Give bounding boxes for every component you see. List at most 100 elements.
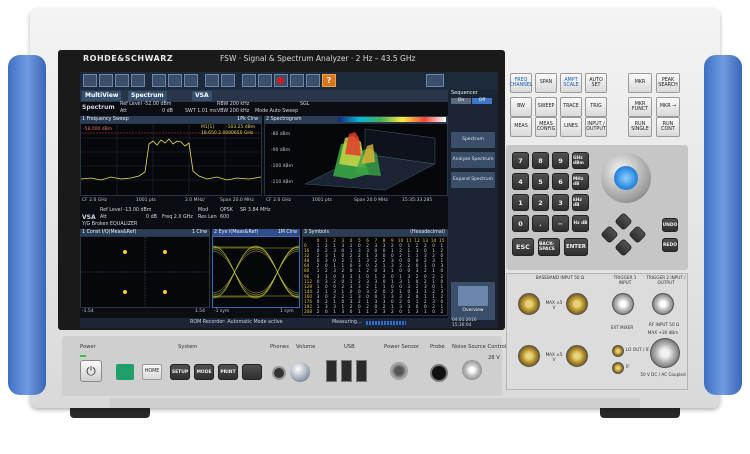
numpad-key-3-0[interactable]: 0 — [512, 215, 529, 232]
tab-multiview[interactable]: MultiView — [82, 91, 122, 101]
undo-icon[interactable] — [168, 74, 182, 87]
trace-key[interactable]: TRACE — [560, 97, 582, 117]
rf-input-connector[interactable] — [650, 338, 680, 368]
save-icon[interactable] — [115, 74, 129, 87]
help-icon[interactable]: ? — [322, 74, 336, 87]
if-connector[interactable] — [612, 362, 624, 374]
noise-source-port[interactable] — [462, 360, 482, 380]
symbols-cell: 2 — [374, 309, 378, 315]
input-output-key[interactable]: INPUT / OUTPUT — [585, 117, 607, 137]
overview-softkey[interactable]: Overview — [451, 282, 495, 320]
softkey-2[interactable]: Analyze Spectrum — [451, 152, 495, 168]
auto-set-key[interactable]: AUTO SET — [585, 73, 607, 93]
mode-key[interactable]: MODE — [194, 364, 214, 380]
undo-key[interactable]: UNDO — [662, 218, 678, 232]
eye-diagram-plot[interactable] — [212, 236, 300, 308]
ampt-scale-key[interactable]: AMPT SCALE — [560, 73, 582, 93]
rotary-knob[interactable] — [601, 153, 651, 203]
usb-port-3[interactable] — [356, 360, 367, 382]
numpad-key-2-0[interactable]: 1 — [512, 194, 529, 211]
numpad-key-3-2[interactable]: − — [552, 215, 569, 232]
usb-port-2[interactable] — [341, 360, 352, 382]
freq-sweep-plot[interactable]: -58.000 dBm M1[1] -103.25 dBm 18.650 2.0… — [80, 123, 262, 196]
numpad-key-0-0[interactable]: 7 — [512, 152, 529, 169]
peak-search-key[interactable]: PEAK SEARCH — [656, 73, 680, 93]
numpad-key-2-3[interactable]: kHz dB — [572, 194, 589, 211]
volume-knob[interactable] — [290, 362, 310, 382]
lo-out-connector[interactable] — [612, 345, 624, 357]
baseband-i-connector[interactable] — [518, 293, 540, 315]
probe-port[interactable] — [430, 364, 448, 382]
numpad-key-1-1[interactable]: 5 — [532, 173, 549, 190]
baseband-qbar-connector[interactable] — [566, 345, 588, 367]
baseband-ibar-connector[interactable] — [518, 345, 540, 367]
numpad-key-2-1[interactable]: 2 — [532, 194, 549, 211]
mkr-key[interactable]: MKR — [628, 73, 652, 93]
power-led — [80, 355, 86, 357]
record-icon[interactable] — [274, 74, 288, 87]
trig-key[interactable]: TRIG — [585, 97, 607, 117]
numpad-key-0-1[interactable]: 8 — [532, 152, 549, 169]
probe-label: Probe — [430, 344, 445, 350]
numpad-key-1-2[interactable]: 6 — [552, 173, 569, 190]
camera-icon[interactable] — [426, 74, 444, 87]
grid-icon[interactable] — [242, 74, 256, 87]
run-single-key[interactable]: RUN SINGLE — [628, 117, 652, 137]
meas-config-key[interactable]: MEAS CONFIG — [535, 117, 557, 137]
numpad-key-3-3[interactable]: Hz dB — [572, 215, 589, 232]
tab-spectrum[interactable]: Spectrum — [128, 91, 167, 101]
numpad-key-0-3[interactable]: GHz dBm — [572, 152, 589, 169]
numpad-key-2-2[interactable]: 3 — [552, 194, 569, 211]
windows-key-icon[interactable] — [116, 364, 134, 380]
tab-vsa[interactable]: VSA — [192, 91, 212, 101]
spectrogram-plot[interactable]: -80 dBm -90 dBm -100 dBm -110 dBm — [264, 123, 448, 196]
esc-key[interactable]: ESC — [512, 238, 534, 256]
multi-zoom-icon[interactable] — [221, 74, 235, 87]
sequencer-on[interactable]: On — [451, 98, 471, 104]
mkr-arrow-key[interactable]: MKR → — [656, 97, 680, 117]
phones-jack[interactable] — [272, 366, 286, 380]
eye-title: 2 Eye I(Meas&Ref) — [214, 230, 259, 235]
preset-icon[interactable] — [99, 74, 113, 87]
baseband-q-connector[interactable] — [566, 293, 588, 315]
sequencer-off[interactable]: Off — [472, 98, 492, 104]
mkr-funct-key[interactable]: MKR FUNCT — [628, 97, 652, 117]
refresh-icon[interactable] — [258, 74, 272, 87]
spectrogram-title: 2 Spectrogram — [266, 117, 302, 122]
numpad-key-1-0[interactable]: 4 — [512, 173, 529, 190]
run-cont-key[interactable]: RUN CONT — [656, 117, 680, 137]
dashboard-icon[interactable] — [290, 74, 304, 87]
print-key[interactable]: PRINT — [218, 364, 238, 380]
freq-channel-key[interactable]: FREQ CHANNEL — [509, 73, 533, 93]
softkey-1[interactable]: Spectrum Reference — [451, 132, 495, 158]
sweep-key[interactable]: SWEEP — [535, 97, 557, 117]
eye-x-left: -1 sym — [214, 309, 230, 314]
setup-key[interactable]: SETUP — [170, 364, 190, 380]
display-key[interactable] — [242, 364, 262, 380]
windows-icon[interactable] — [83, 74, 97, 87]
bw-key[interactable]: BW — [510, 97, 532, 117]
lines-key[interactable]: LINES — [560, 117, 582, 137]
trigger2-connector[interactable] — [652, 293, 674, 315]
span-key[interactable]: SPAN — [535, 73, 557, 93]
backspace-key[interactable]: BACK-SPACE — [538, 238, 560, 256]
softkey-3[interactable]: Expand Spectrum — [451, 172, 495, 188]
usb-port-1[interactable] — [326, 360, 337, 382]
screenshot-icon[interactable] — [152, 74, 166, 87]
numpad-key-3-1[interactable]: . — [532, 215, 549, 232]
power-button[interactable]: ⏻ — [80, 360, 102, 382]
tools-icon[interactable] — [306, 74, 320, 87]
redo-key[interactable]: REDO — [662, 238, 678, 252]
power-label: Power — [80, 344, 96, 350]
meas-key[interactable]: MEAS — [510, 117, 532, 137]
constellation-plot[interactable] — [80, 236, 210, 308]
power-sensor-port[interactable] — [390, 362, 408, 380]
open-icon[interactable] — [131, 74, 145, 87]
home-key[interactable]: HOME — [142, 364, 162, 380]
numpad-key-1-3[interactable]: MHz dB — [572, 173, 589, 190]
enter-key[interactable]: ENTER — [564, 238, 588, 256]
trigger1-connector[interactable] — [612, 293, 634, 315]
numpad-key-0-2[interactable]: 9 — [552, 152, 569, 169]
zoom-icon[interactable] — [205, 74, 219, 87]
redo-icon[interactable] — [184, 74, 198, 87]
